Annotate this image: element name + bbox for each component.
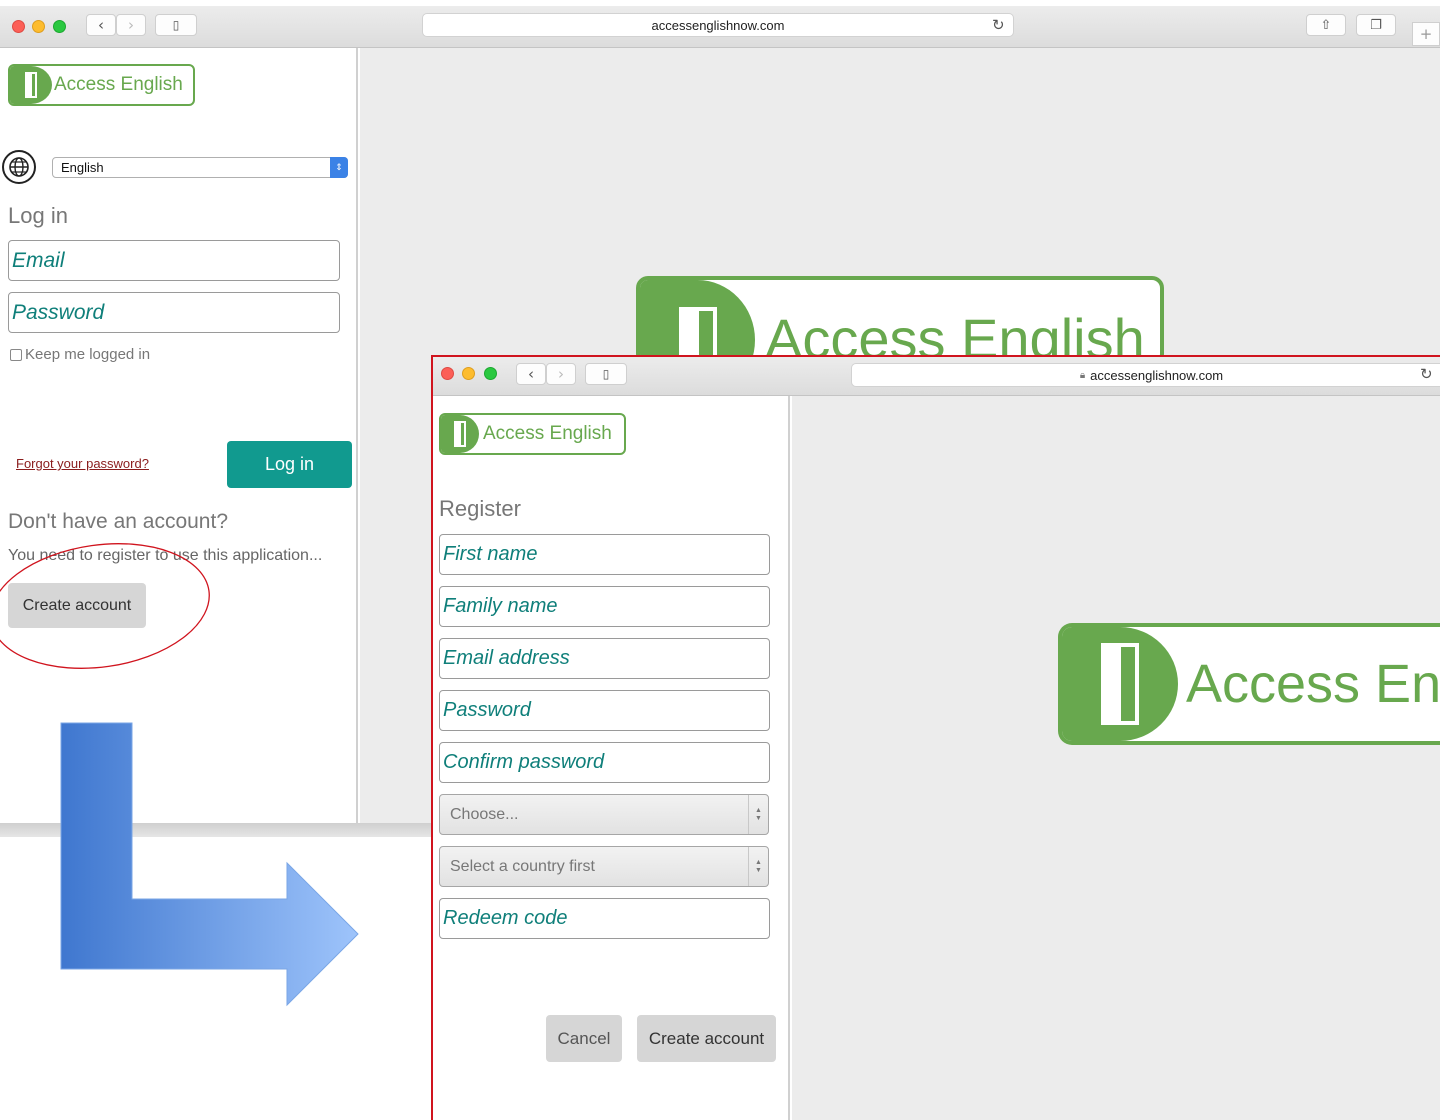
- create-account-label: Create account: [648, 1028, 765, 1048]
- email-placeholder: Email: [12, 248, 65, 272]
- country-select-value: Choose...: [450, 805, 519, 823]
- address-bar[interactable]: accessenglishnow.com: [422, 13, 1014, 37]
- register-heading: Register: [439, 496, 521, 521]
- cancel-button-label: Cancel: [557, 1028, 611, 1048]
- country-select[interactable]: Choose... ▲ ▼: [439, 794, 769, 835]
- forward-arrow-icon[interactable]: ›: [546, 363, 576, 385]
- select-stepper-icon: ▲ ▼: [748, 847, 768, 886]
- close-light[interactable]: [12, 20, 25, 33]
- select-stepper-icon: ▲ ▼: [748, 795, 768, 834]
- keep-logged-in-row[interactable]: Keep me logged in: [10, 346, 150, 363]
- no-account-heading: Don't have an account?: [8, 510, 228, 533]
- forward-arrow-icon[interactable]: ›: [116, 14, 146, 36]
- first-name-field[interactable]: First name: [439, 534, 770, 575]
- login-button[interactable]: Log in: [227, 441, 352, 488]
- family-name-field[interactable]: Family name: [439, 586, 770, 627]
- big-brand-logo: Access English: [636, 276, 1164, 366]
- password-field[interactable]: Password: [439, 690, 770, 731]
- zoom-light[interactable]: [53, 20, 66, 33]
- language-value: English: [61, 160, 104, 175]
- big-door-icon: [1062, 627, 1178, 741]
- redeem-code-placeholder: Redeem code: [443, 907, 568, 929]
- zoom-light[interactable]: [484, 367, 497, 380]
- door-icon: [441, 415, 479, 453]
- create-account-button[interactable]: Create account: [637, 1015, 776, 1062]
- address-text: accessenglishnow.com: [1090, 367, 1224, 383]
- language-select[interactable]: English ⇕: [52, 157, 348, 178]
- big-door-icon: [640, 280, 755, 362]
- cancel-button[interactable]: Cancel: [546, 1015, 622, 1062]
- big-brand-logo: Access En: [1058, 623, 1440, 745]
- annotation-circle: [0, 543, 210, 669]
- back-arrow-icon[interactable]: ‹: [86, 14, 116, 36]
- keep-logged-in-checkbox[interactable]: [10, 348, 22, 361]
- share-icon[interactable]: ⇧: [1306, 14, 1346, 36]
- email-address-field[interactable]: Email address: [439, 638, 770, 679]
- reload-icon[interactable]: ↻: [1420, 365, 1433, 383]
- address-bar[interactable]: 🔒︎ accessenglishnow.com: [851, 363, 1440, 387]
- sidebar-icon[interactable]: ▯: [585, 363, 627, 385]
- brand-logo: Access English: [439, 413, 626, 455]
- minimize-light[interactable]: [462, 367, 475, 380]
- globe-icon[interactable]: [2, 150, 36, 184]
- confirm-password-placeholder: Confirm password: [443, 751, 605, 773]
- brand-logo: Access English: [8, 64, 195, 106]
- address-text: accessenglishnow.com: [651, 17, 785, 33]
- email-address-placeholder: Email address: [443, 647, 570, 669]
- front-toolbar: ‹ › ▯ 🔒︎ accessenglishnow.com ↻: [433, 357, 1440, 396]
- redeem-code-field[interactable]: Redeem code: [439, 898, 770, 939]
- tabs-icon[interactable]: ❐: [1356, 14, 1396, 36]
- big-logo-text: Access En: [1186, 654, 1440, 714]
- door-icon: [10, 66, 52, 104]
- email-field[interactable]: Email: [8, 240, 340, 281]
- minimize-light[interactable]: [32, 20, 45, 33]
- keep-logged-in-label: Keep me logged in: [25, 346, 151, 363]
- back-toolbar: ‹ › ▯ accessenglishnow.com ↻ ⇧ ❐ +: [0, 6, 1440, 48]
- new-tab-icon[interactable]: +: [1412, 22, 1440, 46]
- forgot-password-link[interactable]: Forgot your password?: [16, 456, 149, 471]
- back-arrow-icon[interactable]: ‹: [516, 363, 546, 385]
- front-content-area: [792, 396, 1440, 1120]
- logo-text: Access English: [54, 74, 183, 95]
- password-placeholder: Password: [443, 699, 531, 721]
- register-browser-window: ‹ › ▯ 🔒︎ accessenglishnow.com ↻ Access E…: [431, 355, 1440, 1120]
- first-name-placeholder: First name: [443, 543, 538, 565]
- family-name-placeholder: Family name: [443, 595, 558, 617]
- login-button-label: Log in: [264, 454, 315, 474]
- annotation-arrow-icon: [60, 722, 359, 1007]
- region-select-value: Select a country first: [450, 857, 595, 875]
- close-light[interactable]: [441, 367, 454, 380]
- password-placeholder: Password: [12, 300, 105, 324]
- confirm-password-field[interactable]: Confirm password: [439, 742, 770, 783]
- region-select[interactable]: Select a country first ▲ ▼: [439, 846, 769, 887]
- sidebar-icon[interactable]: ▯: [155, 14, 197, 36]
- password-field[interactable]: Password: [8, 292, 340, 333]
- login-heading: Log in: [8, 203, 68, 228]
- lock-icon: 🔒︎: [1079, 369, 1086, 381]
- logo-text: Access English: [483, 423, 612, 444]
- select-stepper-icon: ⇕: [330, 157, 348, 178]
- reload-icon[interactable]: ↻: [992, 16, 1005, 34]
